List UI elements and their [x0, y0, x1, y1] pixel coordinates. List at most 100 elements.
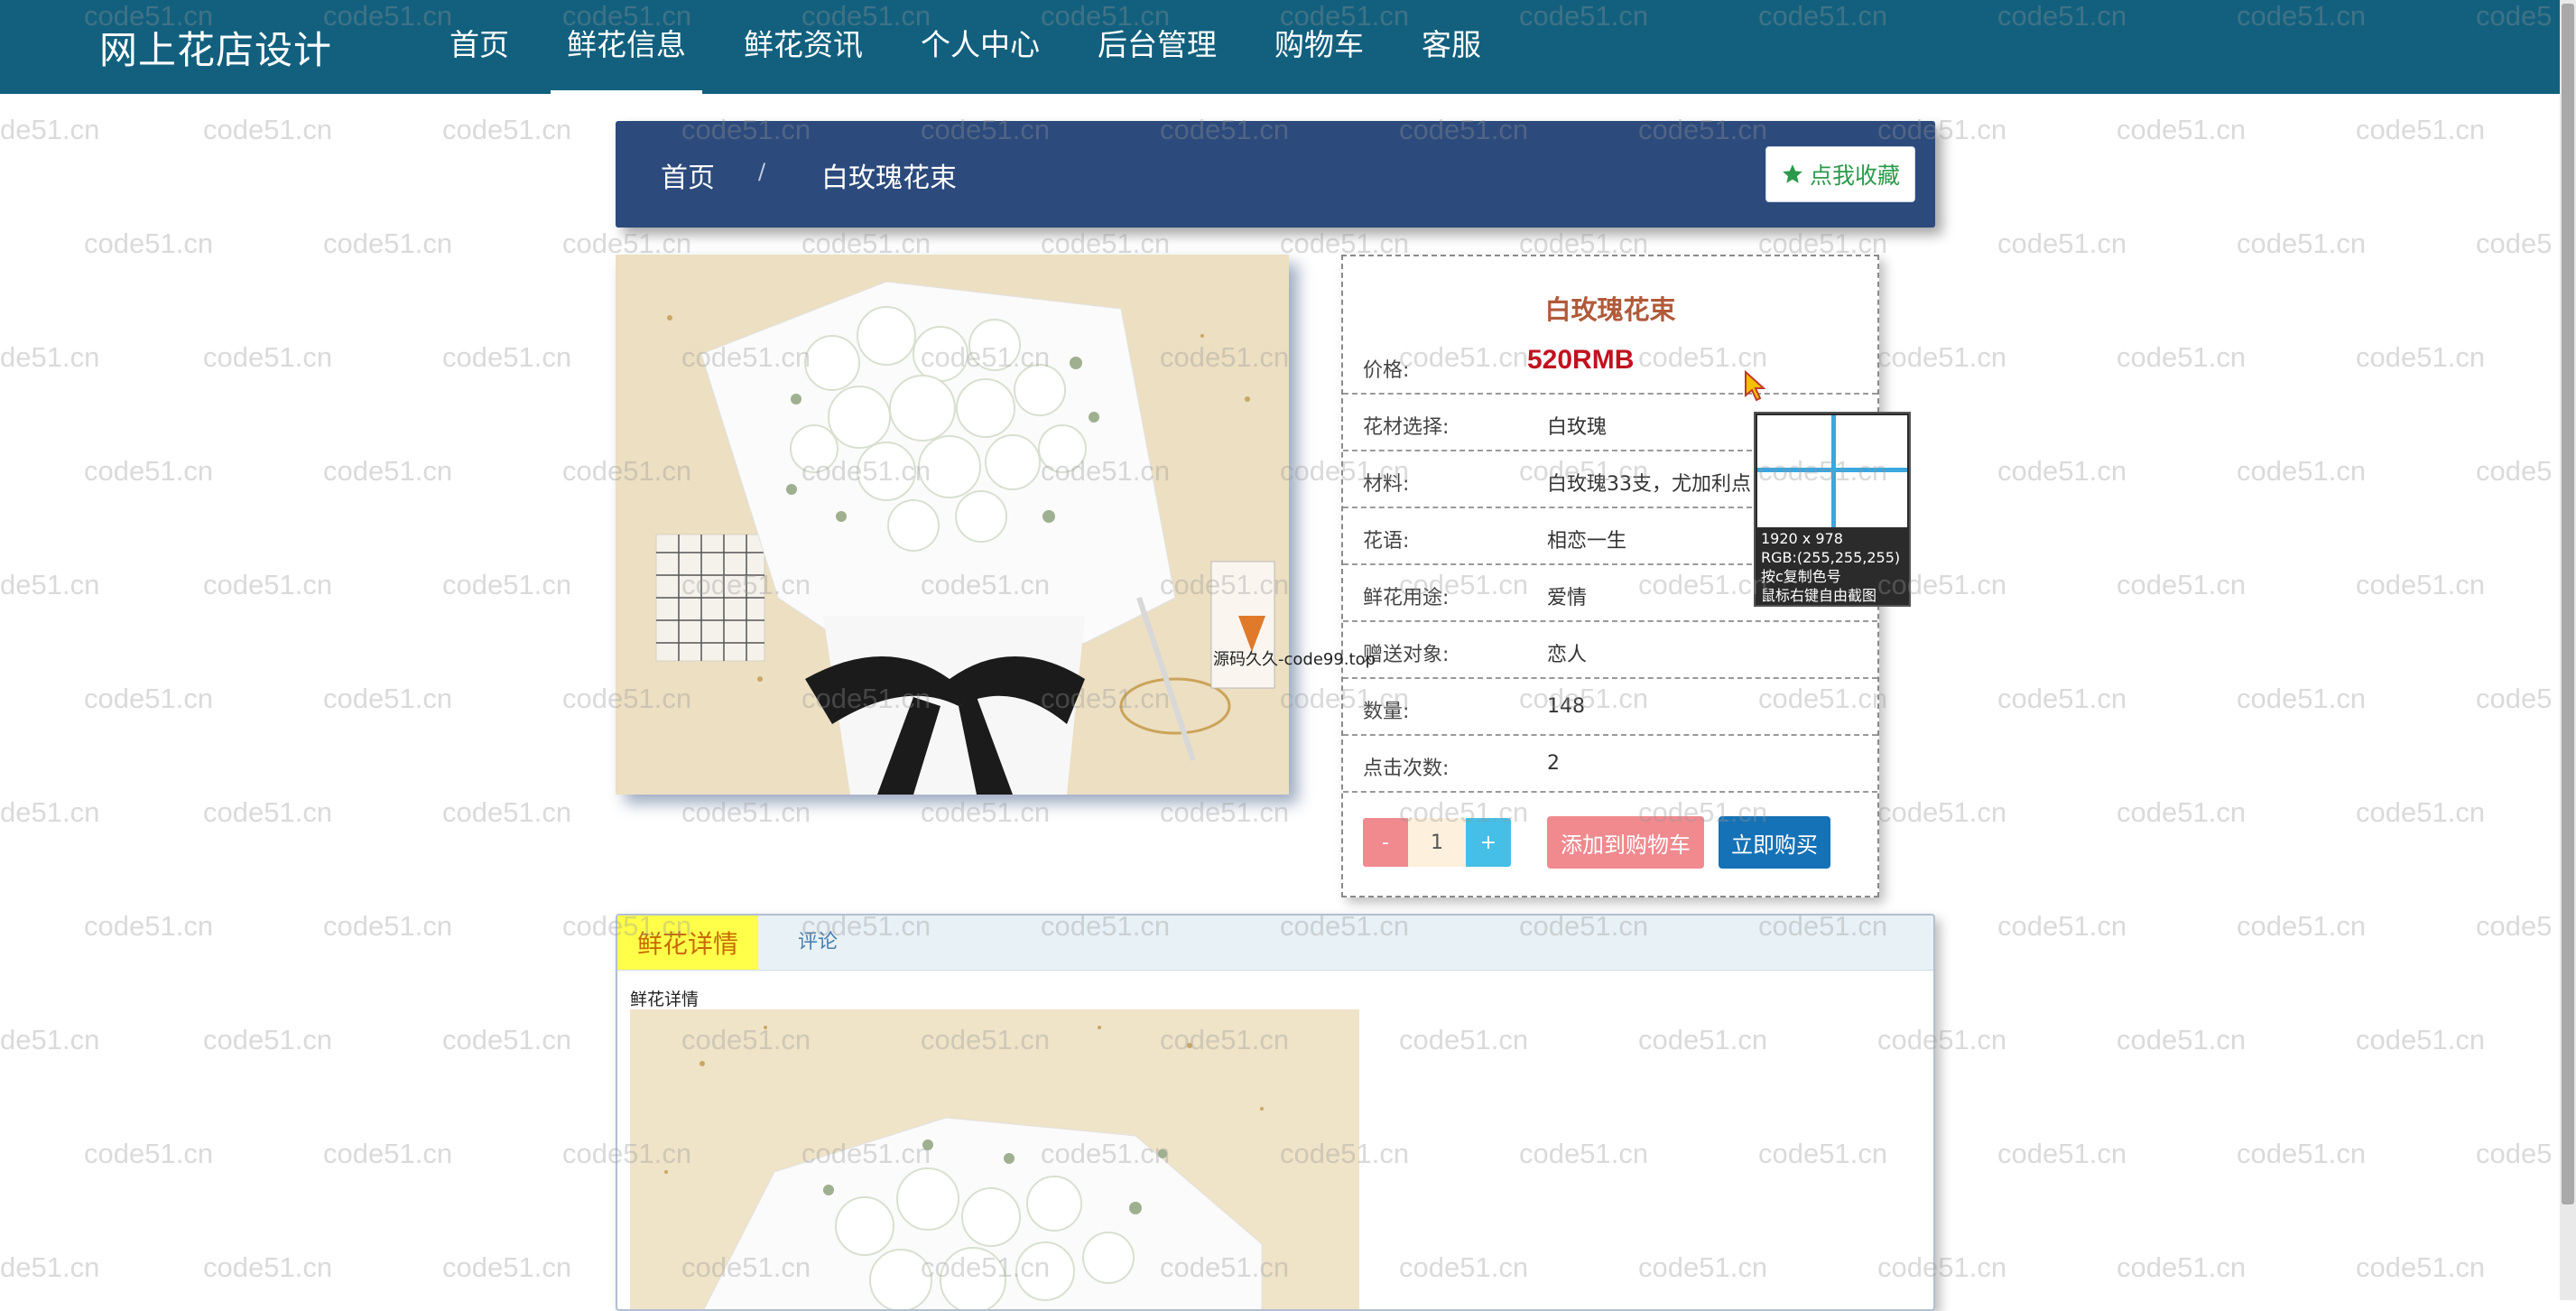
- product-title: 白玫瑰花束: [1544, 294, 1676, 325]
- nav-home[interactable]: 首页: [421, 0, 538, 94]
- watermark-text: code51.cn: [2117, 114, 2247, 145]
- watermark-text: code51.cn: [1997, 455, 2127, 487]
- watermark-text: code51.cn: [84, 683, 214, 714]
- info-row-quantity: 数量: 148: [1343, 679, 1877, 736]
- watermark-text: code51.cn: [442, 569, 572, 600]
- product-image: [616, 255, 1289, 795]
- price-row: 价格: 520RMB: [1343, 338, 1877, 395]
- detail-heading: 鲜花详情: [630, 990, 700, 1009]
- info-value: 爱情: [1547, 587, 1588, 609]
- watermark-text: code51.cn: [442, 796, 572, 828]
- watermark-text: code51.cn: [921, 796, 1051, 828]
- watermark-text: de51.cn: [0, 114, 100, 145]
- watermark-text: code5: [2476, 228, 2553, 259]
- quantity-increase-button[interactable]: +: [1466, 818, 1511, 867]
- tab-flower-detail[interactable]: 鲜花详情: [617, 916, 758, 970]
- watermark-text: code51.cn: [323, 1138, 453, 1169]
- watermark-text: code51.cn: [1997, 683, 2127, 714]
- watermark-text: code51.cn: [1160, 796, 1290, 828]
- watermark-text: code51.cn: [323, 455, 453, 487]
- watermark-text: code51.cn: [84, 910, 214, 942]
- favorite-label: 点我收藏: [1809, 163, 1900, 189]
- watermark-text: code51.cn: [2356, 1251, 2486, 1283]
- detail-image: [630, 1009, 1359, 1309]
- mouse-cursor-icon: [1745, 370, 1765, 402]
- watermark-text: code5: [2476, 1138, 2553, 1169]
- watermark-text: code51.cn: [2237, 683, 2367, 714]
- nav-admin[interactable]: 后台管理: [1069, 0, 1246, 94]
- watermark-text: code51.cn: [203, 114, 333, 145]
- watermark-text: code51.cn: [2237, 228, 2367, 259]
- watermark-text: code51.cn: [1997, 1138, 2127, 1169]
- info-row-recipient: 赠送对象: 恋人: [1343, 622, 1877, 679]
- info-label: 鲜花用途:: [1363, 587, 1450, 609]
- add-to-cart-button[interactable]: 添加到购物车: [1547, 816, 1704, 869]
- tab-bar: 鲜花详情 评论: [617, 916, 1933, 971]
- watermark-text: code51.cn: [2356, 341, 2486, 373]
- magnifier-rgb: RGB:(255,255,255): [1761, 549, 1901, 566]
- watermark-text: code51.cn: [2117, 1024, 2247, 1055]
- quantity-stepper: - 1 +: [1363, 818, 1511, 867]
- info-row-clicks: 点击次数: 2: [1343, 736, 1877, 793]
- watermark-text: code51.cn: [323, 228, 453, 259]
- watermark-text: code51.cn: [1997, 910, 2127, 942]
- page-scrollbar[interactable]: [2560, 0, 2576, 1300]
- watermark-text: code51.cn: [203, 1024, 333, 1055]
- nav-personal-center[interactable]: 个人中心: [892, 0, 1069, 94]
- watermark-text: code51.cn: [2117, 1251, 2247, 1283]
- nav-flower-news[interactable]: 鲜花资讯: [715, 0, 892, 94]
- star-icon: [1783, 164, 1802, 183]
- watermark-text: code51.cn: [203, 1251, 333, 1283]
- watermark-text: code51.cn: [84, 1138, 214, 1169]
- watermark-text: code51.cn: [84, 455, 214, 487]
- info-label: 花语:: [1363, 530, 1410, 553]
- watermark-text: code51.cn: [323, 910, 453, 942]
- tab-comments[interactable]: 评论: [798, 916, 838, 970]
- watermark-text: de51.cn: [0, 569, 100, 600]
- breadcrumb-current: 白玫瑰花束: [821, 163, 957, 194]
- watermark-text: code51.cn: [2237, 1138, 2367, 1169]
- watermark-text: code51.cn: [2237, 455, 2367, 487]
- breadcrumb-home[interactable]: 首页: [661, 155, 715, 195]
- info-value: 2: [1547, 752, 1560, 775]
- site-brand[interactable]: 网上花店设计: [99, 20, 332, 75]
- top-navbar: 网上花店设计 首页 鲜花信息 鲜花资讯 个人中心 后台管理 购物车 客服: [0, 0, 2576, 94]
- nav-flower-info[interactable]: 鲜花信息: [538, 0, 715, 94]
- info-value: 白玫瑰: [1547, 416, 1608, 439]
- watermark-text: code51.cn: [442, 341, 572, 373]
- main-nav: 首页 鲜花信息 鲜花资讯 个人中心 后台管理 购物车 客服: [421, 0, 1510, 94]
- nav-cart[interactable]: 购物车: [1246, 0, 1393, 94]
- watermark-text: de51.cn: [0, 341, 100, 373]
- price-value: 520RMB: [1527, 345, 1635, 375]
- info-label: 赠送对象:: [1363, 644, 1450, 666]
- watermark-text: code51.cn: [1877, 341, 2007, 373]
- watermark-text: code5: [2476, 910, 2553, 942]
- magnifier-resolution: 1920 x 978: [1761, 530, 1843, 547]
- watermark-text: de51.cn: [0, 1024, 100, 1055]
- watermark-text: code5: [2476, 683, 2553, 714]
- watermark-text: de51.cn: [0, 796, 100, 828]
- info-value: 148: [1547, 695, 1585, 718]
- scrollbar-thumb[interactable]: [2562, 4, 2574, 1204]
- buy-now-button[interactable]: 立即购买: [1719, 816, 1830, 869]
- watermark-text: de51.cn: [0, 1251, 100, 1283]
- info-value: 相恋一生: [1547, 530, 1627, 553]
- magnifier-hint-capture: 鼠标右键自由截图: [1761, 587, 1877, 604]
- detail-tabs-card: 鲜花详情 评论 鲜花详情: [616, 914, 1935, 1311]
- magnifier-info: 1920 x 978 RGB:(255,255,255) 按c复制色号 鼠标右键…: [1761, 529, 1900, 605]
- watermark-text: code51.cn: [2117, 796, 2247, 828]
- nav-customer-service[interactable]: 客服: [1393, 0, 1510, 94]
- info-value: 恋人: [1547, 644, 1588, 666]
- watermark-text: code51.cn: [442, 1024, 572, 1055]
- watermark-text: code5: [2476, 455, 2553, 487]
- quantity-input[interactable]: 1: [1408, 818, 1466, 867]
- source-overlay-text: 源码久久-code99.top: [1213, 650, 1376, 669]
- watermark-text: code51.cn: [2356, 796, 2486, 828]
- favorite-button[interactable]: 点我收藏: [1765, 146, 1915, 202]
- watermark-text: code51.cn: [1877, 796, 2007, 828]
- price-label: 价格:: [1363, 359, 1410, 382]
- magnifier-hint-copy: 按c复制色号: [1761, 568, 1841, 585]
- quantity-decrease-button[interactable]: -: [1363, 818, 1408, 867]
- watermark-text: code51.cn: [2356, 569, 2486, 600]
- color-picker-magnifier: 1920 x 978 RGB:(255,255,255) 按c复制色号 鼠标右键…: [1754, 412, 1911, 607]
